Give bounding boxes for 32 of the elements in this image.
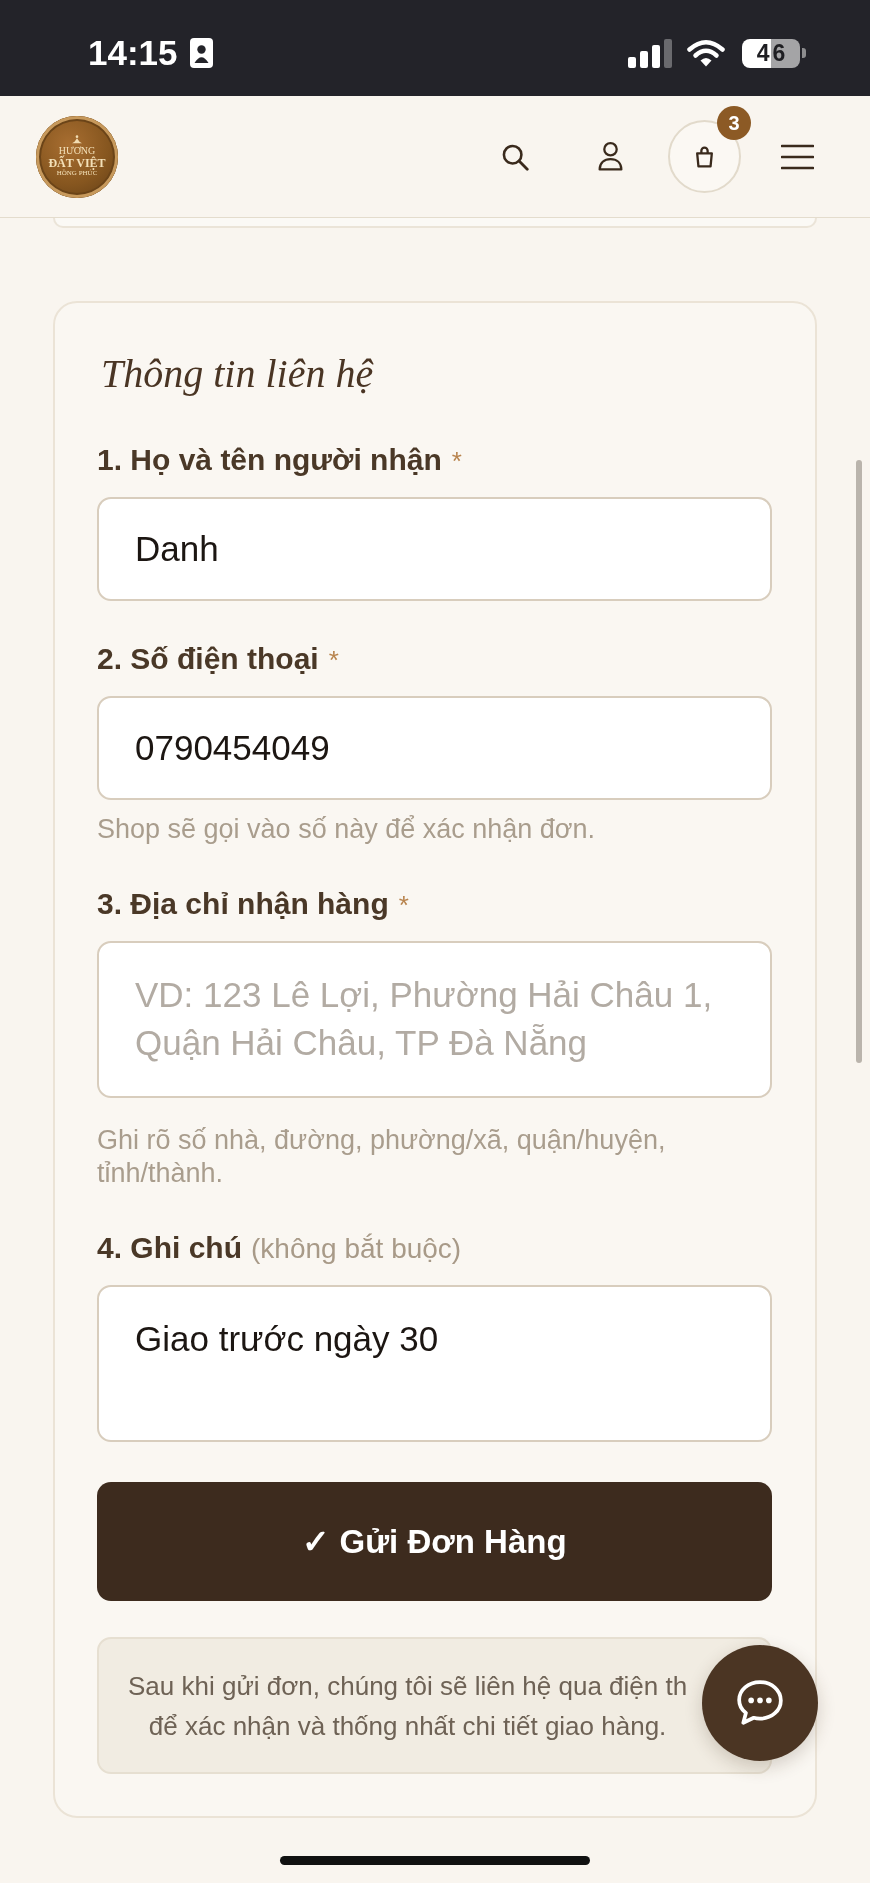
signal-icon — [628, 38, 672, 68]
info-text: Sau khi gửi đơn, chúng tôi sẽ liên hệ qua điện th để xác nhận và thống nhất chi tiết giao hàng. — [128, 1670, 688, 1743]
chat-bubble-icon — [735, 1679, 785, 1727]
logo-text: ĐẤT VIỆT — [48, 156, 106, 170]
search-icon[interactable] — [501, 142, 529, 171]
required-mark: * — [328, 644, 339, 677]
optional-note: (không bắt buộc) — [251, 1232, 462, 1266]
meditating-figure-icon — [71, 135, 83, 146]
field-hint: Ghi rõ số nhà, đường, phường/xã, quận/huyện, tỉnh/thành. — [97, 1124, 667, 1190]
wifi-icon — [687, 39, 725, 67]
required-mark: * — [398, 889, 409, 922]
submit-order-button[interactable]: ✓ Gửi Đơn Hàng — [97, 1482, 772, 1601]
person-icon[interactable] — [598, 141, 623, 172]
logo-text: HƯƠNG — [58, 146, 96, 157]
field-label: 2. Số điện thoại — [97, 641, 319, 677]
scrollbar[interactable] — [856, 460, 862, 1063]
battery-indicator: 46 — [742, 38, 806, 68]
field-label: 1. Họ và tên người nhận — [97, 442, 442, 478]
status-bar-time: 14:15 — [88, 33, 178, 73]
text-area-field[interactable]: VD: 123 Lê Lợi, Phường Hải Châu 1, Quận Hải Châu, TP Đà Nẵng — [97, 941, 772, 1098]
field-hint: Shop sẽ gọi vào số này để xác nhận đơn. — [97, 813, 597, 846]
form-title: Thông tin liên hệ — [101, 351, 375, 397]
menu-icon[interactable] — [781, 143, 814, 170]
input-field[interactable]: Danh — [97, 497, 772, 601]
input-field[interactable]: 0790454049 — [97, 696, 772, 800]
text-area-field[interactable]: Giao trước ngày 30 — [97, 1285, 772, 1442]
field-label: 3. Địa chỉ nhận hàng — [97, 886, 389, 922]
cart-count-badge: 3 — [717, 106, 751, 140]
shopping-bag-icon — [694, 145, 715, 168]
field-label: 4. Ghi chú — [97, 1230, 243, 1266]
id-card-icon — [189, 38, 213, 68]
required-mark: * — [451, 445, 462, 478]
